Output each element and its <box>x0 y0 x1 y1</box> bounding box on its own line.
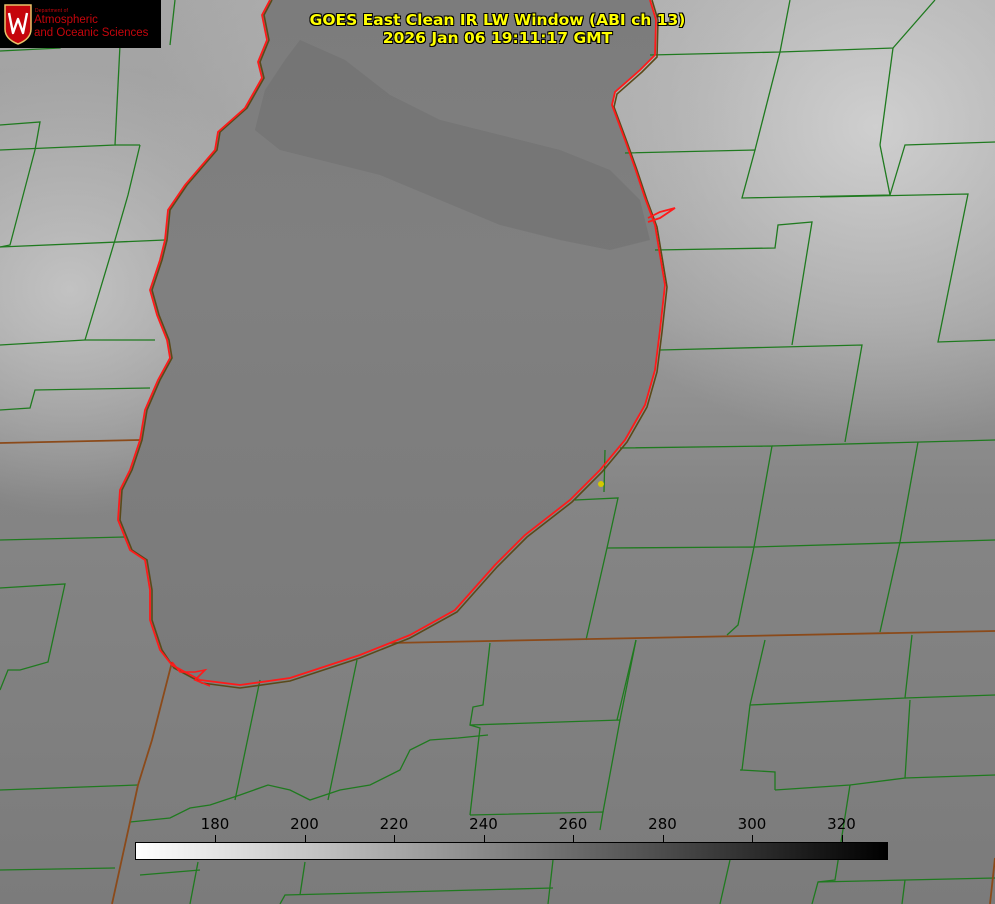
colorbar-tick-label: 320 <box>827 815 856 833</box>
colorbar-tick <box>304 835 306 842</box>
colorbar-tick <box>215 835 216 842</box>
colorbar-tick-label: 180 <box>200 815 230 833</box>
colorbar-tick <box>662 835 664 842</box>
colorbar-tick-label: 240 <box>469 815 498 833</box>
colorbar-tick <box>394 835 395 842</box>
colorbar-tick-label: 220 <box>379 815 409 833</box>
colorbar-tick <box>573 835 574 842</box>
colorbar-tick <box>752 835 753 842</box>
image-title: GOES East Clean IR LW Window (ABI ch 13) <box>309 11 686 29</box>
colorbar-tick-label: 300 <box>737 815 767 833</box>
colorbar-tick-label: 200 <box>290 815 319 833</box>
colorbar-tick <box>841 835 843 842</box>
colorbar-tick-label: 260 <box>558 815 588 833</box>
colorbar <box>135 842 888 860</box>
satellite-map <box>0 0 995 904</box>
colorbar-tick <box>483 835 485 842</box>
colorbar-tick-label: 280 <box>648 815 677 833</box>
location-marker <box>598 481 604 487</box>
image-timestamp: 2026 Jan 06 19:11:17 GMT <box>382 29 613 47</box>
